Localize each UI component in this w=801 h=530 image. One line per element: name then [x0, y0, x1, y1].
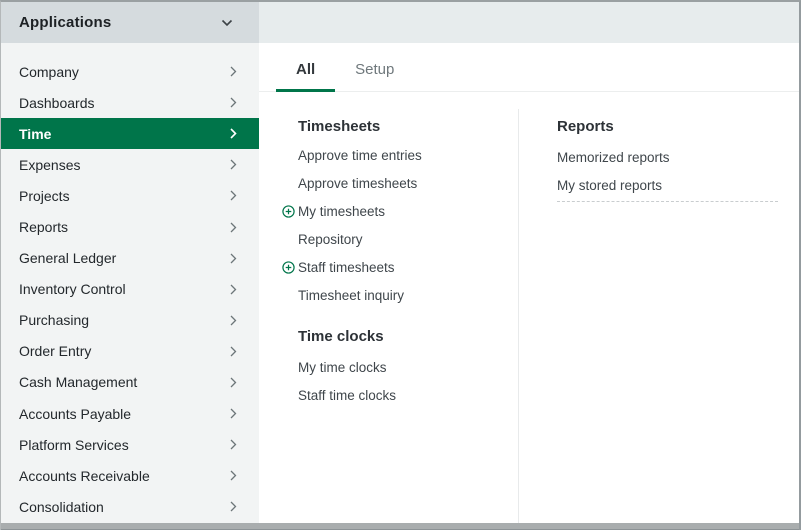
- chevron-right-icon: [230, 470, 237, 481]
- section-title-time-clocks: Time clocks: [298, 327, 518, 347]
- applications-sidebar: Applications Company Dashboards Time Exp…: [1, 2, 259, 523]
- timesheets-links: Approve time entries Approve timesheets …: [298, 141, 518, 309]
- sidebar-item-platform-services[interactable]: Platform Services: [1, 429, 259, 460]
- sidebar-item-general-ledger[interactable]: General Ledger: [1, 243, 259, 274]
- plus-circle-icon[interactable]: [282, 261, 295, 274]
- chevron-right-icon: [230, 408, 237, 419]
- sidebar-item-expenses[interactable]: Expenses: [1, 149, 259, 180]
- sidebar-header-applications[interactable]: Applications: [1, 2, 259, 43]
- tab-all[interactable]: All: [276, 61, 335, 91]
- chevron-right-icon: [230, 66, 237, 77]
- chevron-right-icon: [230, 377, 237, 388]
- sidebar-item-reports[interactable]: Reports: [1, 211, 259, 242]
- link-memorized-reports[interactable]: Memorized reports: [557, 143, 778, 171]
- link-staff-time-clocks[interactable]: Staff time clocks: [298, 381, 518, 409]
- sidebar-item-label: Cash Management: [19, 374, 137, 390]
- sidebar-item-label: Purchasing: [19, 312, 89, 328]
- link-approve-timesheets[interactable]: Approve timesheets: [298, 169, 518, 197]
- window-bottom-edge: [1, 523, 799, 530]
- sidebar-item-label: Accounts Payable: [19, 406, 131, 422]
- chevron-right-icon: [230, 97, 237, 108]
- link-my-time-clocks[interactable]: My time clocks: [298, 353, 518, 381]
- plus-circle-icon[interactable]: [282, 205, 295, 218]
- chevron-right-icon: [230, 315, 237, 326]
- section-divider: [557, 201, 778, 202]
- chevron-right-icon: [230, 501, 237, 512]
- sidebar-item-label: Consolidation: [19, 499, 104, 515]
- sidebar-item-label: General Ledger: [19, 250, 116, 266]
- column-timesheets: Timesheets Approve time entries Approve …: [259, 109, 519, 523]
- link-repository[interactable]: Repository: [298, 225, 518, 253]
- sidebar-item-label: Reports: [19, 219, 68, 235]
- sidebar-item-label: Company: [19, 64, 79, 80]
- link-timesheet-inquiry[interactable]: Timesheet inquiry: [298, 281, 518, 309]
- sidebar-item-cash-management[interactable]: Cash Management: [1, 367, 259, 398]
- sidebar-item-label: Platform Services: [19, 437, 129, 453]
- chevron-down-icon: [221, 19, 233, 27]
- sidebar-item-accounts-payable[interactable]: Accounts Payable: [1, 398, 259, 429]
- sidebar-item-purchasing[interactable]: Purchasing: [1, 305, 259, 336]
- chevron-right-icon: [230, 190, 237, 201]
- sidebar-item-label: Expenses: [19, 157, 80, 173]
- sidebar-item-label: Accounts Receivable: [19, 468, 150, 484]
- chevron-right-icon: [230, 159, 237, 170]
- chevron-right-icon: [230, 128, 237, 139]
- reports-links: Memorized reports My stored reports: [557, 143, 778, 199]
- chevron-right-icon: [230, 253, 237, 264]
- menu-content: Timesheets Approve time entries Approve …: [259, 92, 799, 523]
- sidebar-item-projects[interactable]: Projects: [1, 180, 259, 211]
- sidebar-item-order-entry[interactable]: Order Entry: [1, 336, 259, 367]
- sidebar-item-label: Order Entry: [19, 343, 91, 359]
- link-approve-time-entries[interactable]: Approve time entries: [298, 141, 518, 169]
- chevron-right-icon: [230, 284, 237, 295]
- sidebar-item-label: Inventory Control: [19, 281, 126, 297]
- sidebar-list: Company Dashboards Time Expenses Project…: [1, 43, 259, 522]
- link-my-stored-reports[interactable]: My stored reports: [557, 171, 778, 199]
- tab-setup[interactable]: Setup: [335, 61, 414, 91]
- link-my-timesheets[interactable]: My timesheets: [298, 197, 518, 225]
- link-label: My timesheets: [298, 204, 385, 219]
- section-title-reports: Reports: [557, 117, 778, 137]
- link-staff-timesheets[interactable]: Staff timesheets: [298, 253, 518, 281]
- application-window: Applications Company Dashboards Time Exp…: [0, 0, 801, 530]
- sidebar-item-label: Dashboards: [19, 95, 95, 111]
- sidebar-item-accounts-receivable[interactable]: Accounts Receivable: [1, 460, 259, 491]
- sidebar-item-company[interactable]: Company: [1, 56, 259, 87]
- chevron-right-icon: [230, 346, 237, 357]
- sidebar-item-dashboards[interactable]: Dashboards: [1, 87, 259, 118]
- sidebar-item-label: Projects: [19, 188, 70, 204]
- main-panel: All Setup Timesheets Approve time entrie…: [259, 2, 799, 523]
- sidebar-item-consolidation[interactable]: Consolidation: [1, 491, 259, 522]
- sidebar-header-label: Applications: [19, 14, 111, 31]
- sidebar-item-label: Time: [19, 126, 51, 142]
- chevron-right-icon: [230, 439, 237, 450]
- column-reports: Reports Memorized reports My stored repo…: [519, 109, 799, 523]
- link-label: Staff timesheets: [298, 260, 395, 275]
- main-top-strip: [259, 2, 799, 43]
- sidebar-item-time[interactable]: Time: [1, 118, 259, 149]
- chevron-right-icon: [230, 222, 237, 233]
- sidebar-item-inventory-control[interactable]: Inventory Control: [1, 274, 259, 305]
- section-title-timesheets: Timesheets: [298, 117, 518, 137]
- time-clocks-links: My time clocks Staff time clocks: [298, 353, 518, 409]
- tab-bar: All Setup: [259, 43, 799, 92]
